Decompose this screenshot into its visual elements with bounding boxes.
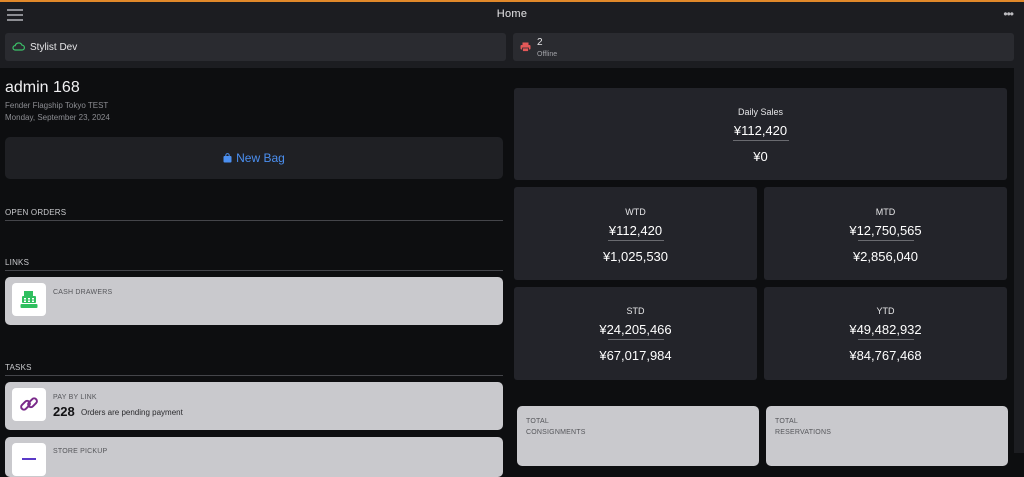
top-navigation-bar: Home •••	[0, 2, 1024, 28]
ytd-sales-card[interactable]: YTD ¥49,482,932 ¥84,767,468	[764, 287, 1007, 380]
current-date: Monday, September 23, 2024	[5, 113, 110, 122]
total-reservations-card[interactable]: TOTAL RESERVATIONS	[766, 406, 1008, 466]
label-line: RESERVATIONS	[775, 429, 832, 436]
daily-sales-secondary: ¥0	[753, 149, 768, 164]
mtd-value: ¥12,750,565	[849, 223, 922, 238]
label-line: TOTAL	[526, 418, 549, 425]
scrollbar[interactable]	[1014, 68, 1024, 453]
printer-status-card[interactable]: 2 Offline	[513, 33, 1014, 61]
divider	[607, 240, 664, 241]
total-reservations-label: TOTAL RESERVATIONS	[775, 416, 865, 438]
divider	[5, 375, 503, 376]
new-bag-button[interactable]: New Bag	[5, 137, 503, 179]
divider	[5, 270, 503, 271]
divider	[607, 339, 664, 340]
store-name: Fender Flagship Tokyo TEST	[5, 101, 109, 110]
total-consignments-label: TOTAL CONSIGNMENTS	[526, 416, 616, 438]
environment-label: Stylist Dev	[30, 42, 78, 53]
mtd-title: MTD	[875, 207, 896, 217]
cash-drawers-icon-box	[12, 283, 46, 316]
shopping-bag-icon	[223, 153, 232, 163]
more-dots-icon[interactable]: •••	[1003, 7, 1014, 21]
user-name: admin 168	[5, 79, 80, 96]
daily-sales-value: ¥112,420	[733, 123, 788, 138]
task-label: PAY BY LINK	[53, 394, 97, 401]
divider	[857, 240, 914, 241]
ytd-title: YTD	[876, 306, 895, 316]
wtd-sales-card[interactable]: WTD ¥112,420 ¥1,025,530	[514, 187, 757, 280]
mtd-sales-card[interactable]: MTD ¥12,750,565 ¥2,856,040	[764, 187, 1007, 280]
ytd-secondary: ¥84,767,468	[849, 348, 922, 363]
store-pickup-task[interactable]: STORE PICKUP	[5, 437, 503, 477]
total-consignments-card[interactable]: TOTAL CONSIGNMENTS	[517, 406, 759, 466]
std-title: STD	[626, 306, 645, 316]
connection-status-card[interactable]: Stylist Dev	[5, 33, 506, 61]
label-line: TOTAL	[775, 418, 798, 425]
wtd-value: ¥112,420	[608, 223, 663, 238]
cash-register-icon	[20, 291, 38, 308]
daily-sales-card[interactable]: Daily Sales ¥112,420 ¥0	[514, 88, 1007, 180]
tasks-heading: TASKS	[5, 363, 32, 372]
std-value: ¥24,205,466	[599, 322, 672, 337]
wtd-title: WTD	[625, 207, 646, 217]
link-icon	[20, 397, 38, 411]
divider	[5, 220, 503, 221]
mtd-secondary: ¥2,856,040	[852, 249, 919, 264]
daily-sales-title: Daily Sales	[737, 107, 784, 117]
pay-by-link-task[interactable]: PAY BY LINK 228 Orders are pending payme…	[5, 382, 503, 430]
new-bag-content: New Bag	[5, 151, 503, 165]
divider	[857, 339, 914, 340]
divider	[732, 140, 789, 141]
links-heading: LINKS	[5, 258, 30, 267]
new-bag-label: New Bag	[236, 151, 285, 165]
cash-drawers-link[interactable]: CASH DRAWERS	[5, 277, 503, 325]
task-description: Orders are pending payment	[81, 408, 183, 417]
std-secondary: ¥67,017,984	[599, 348, 672, 363]
printer-count: 2	[537, 37, 543, 48]
printer-state: Offline	[537, 51, 558, 58]
page-title: Home	[496, 8, 528, 20]
pending-payment-count: 228	[53, 404, 75, 419]
label-line: CONSIGNMENTS	[526, 429, 586, 436]
open-orders-heading: OPEN ORDERS	[5, 208, 67, 217]
ytd-value: ¥49,482,932	[849, 322, 922, 337]
store-pickup-icon-box	[12, 443, 46, 476]
cloud-icon	[12, 42, 25, 51]
link-label: CASH DRAWERS	[53, 289, 113, 296]
std-sales-card[interactable]: STD ¥24,205,466 ¥67,017,984	[514, 287, 757, 380]
status-bar: Stylist Dev 2 Offline	[0, 28, 1024, 68]
printer-icon	[520, 42, 531, 52]
task-label: STORE PICKUP	[53, 448, 108, 455]
pay-by-link-icon-box	[12, 388, 46, 421]
wtd-secondary: ¥1,025,530	[602, 249, 669, 264]
